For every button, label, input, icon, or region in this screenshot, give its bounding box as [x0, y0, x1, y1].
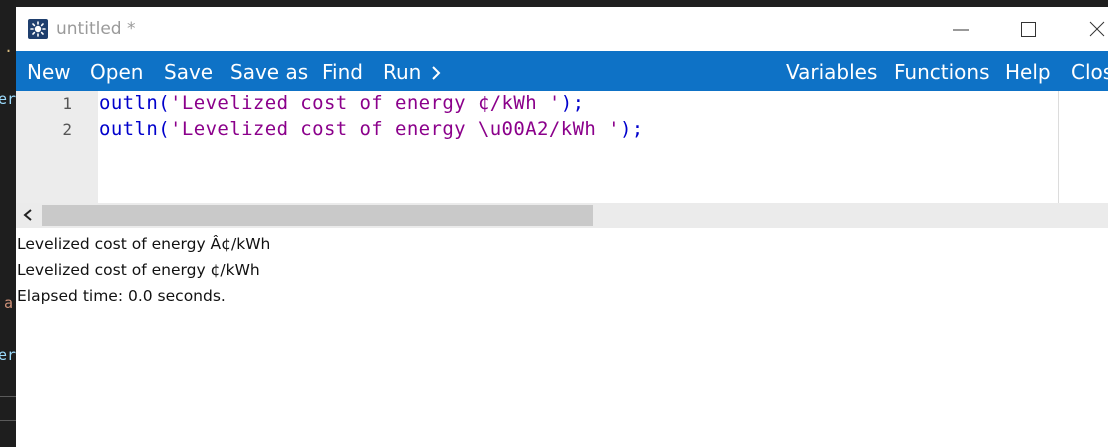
menu-save-as[interactable]: Save as [230, 60, 308, 84]
menu-find[interactable]: Find [322, 60, 363, 84]
line-number: 2 [62, 120, 72, 139]
line-number: 1 [62, 94, 72, 113]
background-glyph: er [0, 346, 17, 364]
menu-help[interactable]: Help [1005, 60, 1051, 84]
background-divider [0, 396, 16, 397]
code-punctuation-token: ); [619, 118, 644, 140]
background-glyph: . [4, 38, 14, 56]
output-line: Levelized cost of energy Â¢/kWh [17, 235, 271, 253]
chevron-left-icon[interactable] [20, 207, 36, 223]
output-line: Levelized cost of energy ¢/kWh [17, 261, 260, 279]
background-glyph: er [0, 90, 17, 108]
close-icon [1089, 21, 1105, 37]
close-window-button[interactable] [1074, 15, 1108, 43]
editor-margin-rule [1058, 91, 1059, 203]
window-title: untitled * [56, 19, 136, 39]
background-divider [0, 420, 16, 421]
code-function-token: outln( [99, 92, 171, 114]
code-editor[interactable]: 1 2 outln('Levelized cost of energy ¢/kW… [16, 91, 1108, 203]
maximize-icon [1021, 22, 1036, 37]
menu-functions[interactable]: Functions [894, 60, 990, 84]
minimize-button[interactable] [938, 15, 984, 43]
code-function-token: outln( [99, 118, 171, 140]
horizontal-scrollbar[interactable] [16, 203, 1108, 228]
code-punctuation-token: ); [560, 92, 585, 114]
menu-open[interactable]: Open [90, 60, 143, 84]
code-string-token: 'Levelized cost of energy ¢/kWh ' [170, 92, 561, 114]
menu-save[interactable]: Save [164, 60, 213, 84]
background-glyph: a [4, 294, 14, 312]
menu-variables[interactable]: Variables [786, 60, 877, 84]
title-bar[interactable]: untitled * [16, 7, 1108, 51]
minimize-icon [953, 29, 969, 31]
code-line[interactable]: outln('Levelized cost of energy \u00A2/k… [99, 118, 644, 140]
output-panel: Levelized cost of energy Â¢/kWh Levelize… [16, 233, 1108, 447]
app-window: untitled * New Open Save Save as Find Ru… [16, 7, 1108, 447]
maximize-button[interactable] [1006, 15, 1052, 43]
chevron-right-icon [432, 66, 441, 80]
menu-new[interactable]: New [27, 60, 71, 84]
menu-run[interactable]: Run [383, 60, 441, 84]
menu-run-label: Run [383, 60, 422, 84]
menu-bar: New Open Save Save as Find Run Variables… [16, 51, 1108, 91]
code-string-token: 'Levelized cost of energy \u00A2/kWh ' [170, 118, 620, 140]
background-top-edge [0, 0, 1108, 7]
gear-sun-icon [28, 19, 48, 39]
code-line[interactable]: outln('Levelized cost of energy ¢/kWh ')… [99, 92, 584, 114]
scrollbar-thumb[interactable] [42, 205, 593, 226]
menu-close[interactable]: Clos [1071, 60, 1108, 84]
line-number-gutter: 1 2 [16, 91, 98, 203]
output-line: Elapsed time: 0.0 seconds. [17, 287, 226, 305]
background-editor-strip: . er a er [0, 0, 16, 447]
